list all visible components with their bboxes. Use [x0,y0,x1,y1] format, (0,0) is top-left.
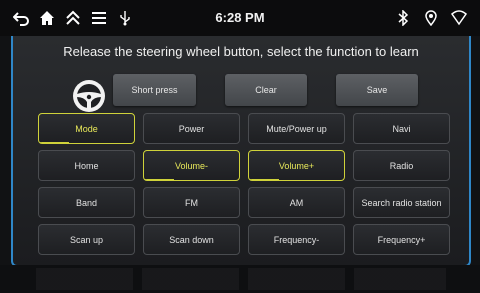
status-bar: 6:28 PM [0,0,480,36]
status-bar-right [392,8,474,28]
function-button[interactable]: Home [38,150,135,181]
instruction-text: Release the steering wheel button, selec… [63,44,419,59]
function-button[interactable]: Radio [353,150,450,181]
function-button[interactable]: Frequency- [248,224,345,255]
function-button[interactable]: Mute/Power up [248,113,345,144]
learn-panel: Release the steering wheel button, selec… [11,36,471,267]
location-pin-icon [420,8,442,28]
clear-button[interactable]: Clear [225,74,307,106]
function-button[interactable]: Scan down [143,224,240,255]
wifi-signal-icon [448,8,470,28]
function-button[interactable]: Power [143,113,240,144]
function-button[interactable]: Volume+ [248,150,345,181]
function-button[interactable]: Navi [353,113,450,144]
function-button[interactable]: Band [38,187,135,218]
save-button[interactable]: Save [336,74,418,106]
function-button[interactable]: Scan up [38,224,135,255]
function-button[interactable]: FM [143,187,240,218]
function-button[interactable]: Frequency+ [353,224,450,255]
function-button[interactable]: AM [248,187,345,218]
function-button[interactable]: Mode [38,113,135,144]
function-button[interactable]: Search radio station [353,187,450,218]
bluetooth-icon [392,8,414,28]
short-press-button[interactable]: Short press [113,74,196,106]
steering-wheel-icon [72,79,106,113]
function-button[interactable]: Volume- [143,150,240,181]
next-row-hint [36,268,446,290]
